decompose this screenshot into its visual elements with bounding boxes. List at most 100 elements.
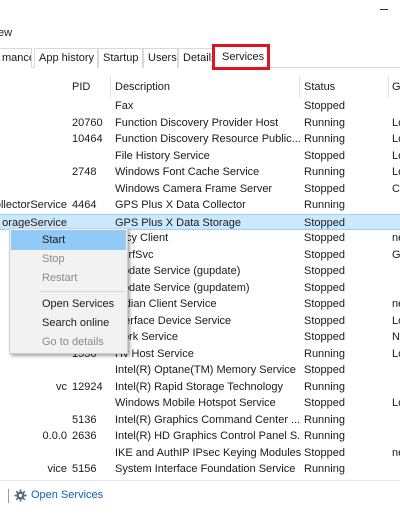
pid-cell bbox=[72, 181, 112, 198]
status-cell: Stopped bbox=[304, 232, 345, 244]
group-cell bbox=[392, 412, 400, 429]
description-cell: Function Discovery Resource Public... bbox=[115, 133, 301, 145]
column-header-description[interactable]: Description bbox=[115, 76, 170, 98]
tab-startup[interactable]: Startup bbox=[98, 48, 143, 68]
service-name-cell bbox=[0, 98, 67, 115]
description-cell: Fax bbox=[115, 100, 134, 112]
table-row[interactable]: File History Service Stopped Lo bbox=[0, 148, 400, 165]
status-cell: Stopped bbox=[304, 216, 345, 229]
gear-icon bbox=[14, 489, 27, 502]
open-services-link[interactable]: Open Services bbox=[31, 489, 103, 501]
pid-cell bbox=[72, 395, 112, 412]
service-name-cell bbox=[0, 412, 67, 429]
status-cell: Running bbox=[304, 166, 345, 178]
group-cell: Lo bbox=[392, 397, 400, 409]
pid-cell: 5156 bbox=[72, 463, 97, 475]
table-row[interactable]: 10464 Function Discovery Resource Public.… bbox=[0, 131, 400, 148]
group-cell: ne bbox=[392, 298, 400, 310]
description-cell: Update Service (gupdatem) bbox=[115, 281, 250, 294]
table-row[interactable]: Windows Mobile Hotspot Service Stopped Lo bbox=[0, 395, 400, 412]
status-cell: Stopped bbox=[304, 182, 345, 195]
description-cell: GPS Plus X Data Storage bbox=[115, 216, 241, 229]
status-cell: Stopped bbox=[304, 397, 345, 409]
service-name-cell: vc bbox=[56, 380, 67, 393]
tab-services[interactable]: Services bbox=[212, 44, 270, 70]
tab-users[interactable]: Users bbox=[143, 48, 178, 68]
group-cell: ne bbox=[392, 232, 400, 244]
description-cell: System Interface Foundation Service bbox=[115, 463, 296, 475]
description-cell: ardian Client Service bbox=[115, 298, 217, 310]
menu-item-open-services[interactable]: Open Services bbox=[11, 294, 126, 314]
group-cell: Lo bbox=[392, 314, 400, 327]
group-cell bbox=[392, 362, 400, 379]
column-header-group[interactable]: Gr bbox=[392, 76, 400, 98]
status-cell: Stopped bbox=[304, 281, 345, 294]
minimize-button[interactable] bbox=[380, 9, 388, 10]
table-row[interactable]: 0.0.0 2636 Intel(R) HD Graphics Control Pa… bbox=[0, 428, 400, 445]
description-cell: work Service bbox=[115, 331, 178, 343]
menu-item-restart[interactable]: Restart bbox=[11, 268, 126, 288]
pid-cell: 5136 bbox=[72, 413, 97, 426]
status-cell: Stopped bbox=[304, 446, 345, 459]
pid-cell: 2636 bbox=[72, 430, 97, 442]
column-separator[interactable] bbox=[388, 76, 389, 98]
column-header-status[interactable]: Status bbox=[304, 76, 335, 98]
tab-details[interactable]: Details bbox=[178, 48, 216, 68]
service-name-cell: vice bbox=[47, 463, 67, 475]
description-cell: PerfSvc bbox=[115, 248, 154, 261]
menu-view[interactable]: ew bbox=[0, 27, 12, 39]
group-cell: Lo bbox=[392, 166, 400, 178]
service-name-cell bbox=[0, 164, 67, 181]
table-row[interactable]: 20760 Function Discovery Provider Host Run… bbox=[0, 115, 400, 132]
tab-bar: mance App history Startup Users Details … bbox=[0, 44, 400, 70]
table-row[interactable]: vc 12924 Intel(R) Rapid Storage Technology… bbox=[0, 379, 400, 396]
menu-item-search-online[interactable]: Search online bbox=[11, 313, 126, 333]
status-cell: Running bbox=[304, 199, 345, 211]
description-cell: Hv Host Service bbox=[115, 347, 194, 360]
description-cell: Intel(R) Optane(TM) Memory Service bbox=[115, 364, 296, 376]
status-cell: Running bbox=[304, 347, 345, 360]
service-name-cell bbox=[0, 115, 67, 132]
column-separator[interactable] bbox=[299, 76, 300, 98]
group-cell bbox=[392, 280, 400, 297]
table-row[interactable]: ollectorService 4464 GPS Plus X Data Colle… bbox=[0, 197, 400, 214]
tab-app-history[interactable]: App history bbox=[34, 48, 98, 68]
description-cell: GPS Plus X Data Collector bbox=[115, 199, 246, 211]
group-cell bbox=[392, 428, 400, 445]
menu-item-go-to-details[interactable]: Go to details bbox=[11, 332, 126, 352]
service-name-cell: ollectorService bbox=[0, 199, 67, 211]
group-cell bbox=[392, 215, 400, 232]
description-cell: Windows Mobile Hotspot Service bbox=[115, 397, 276, 409]
service-name-cell bbox=[0, 395, 67, 412]
status-cell: Running bbox=[304, 116, 345, 129]
menu-separator bbox=[40, 291, 125, 292]
group-cell: Ca bbox=[392, 182, 400, 195]
group-cell: ne bbox=[392, 446, 400, 459]
pid-cell: 10464 bbox=[72, 133, 103, 145]
table-row[interactable]: IKE and AuthIP IPsec Keying Modules Stopp… bbox=[0, 445, 400, 462]
status-cell: Stopped bbox=[304, 265, 345, 277]
group-cell: Lo bbox=[392, 347, 400, 360]
table-row[interactable]: vice 5156 System Interface Foundation Serv… bbox=[0, 461, 400, 478]
status-cell: Stopped bbox=[304, 100, 345, 112]
table-row[interactable]: 2748 Windows Font Cache Service Running Lo bbox=[0, 164, 400, 181]
table-row[interactable]: Intel(R) Optane(TM) Memory Service Stoppe… bbox=[0, 362, 400, 379]
description-cell: IKE and AuthIP IPsec Keying Modules bbox=[115, 446, 301, 459]
menu-item-start[interactable]: Start bbox=[11, 230, 126, 250]
table-row[interactable]: Fax Stopped bbox=[0, 98, 400, 115]
pid-cell bbox=[72, 445, 112, 462]
footer-bar: Open Services bbox=[0, 480, 400, 516]
group-cell: N bbox=[392, 331, 400, 343]
menu-item-stop[interactable]: Stop bbox=[11, 249, 126, 269]
menubar: ew bbox=[0, 26, 400, 42]
status-cell: Running bbox=[304, 430, 345, 442]
tab-performance[interactable]: mance bbox=[0, 48, 32, 68]
column-header-pid[interactable]: PID bbox=[72, 76, 90, 98]
pid-cell bbox=[72, 98, 112, 115]
column-separator[interactable] bbox=[110, 76, 111, 98]
pid-cell bbox=[72, 148, 112, 165]
table-row[interactable]: 5136 Intel(R) Graphics Command Center ...… bbox=[0, 412, 400, 429]
service-name-cell bbox=[0, 362, 67, 379]
service-name-cell bbox=[0, 445, 67, 462]
table-row[interactable]: Windows Camera Frame Server Stopped Ca bbox=[0, 181, 400, 198]
